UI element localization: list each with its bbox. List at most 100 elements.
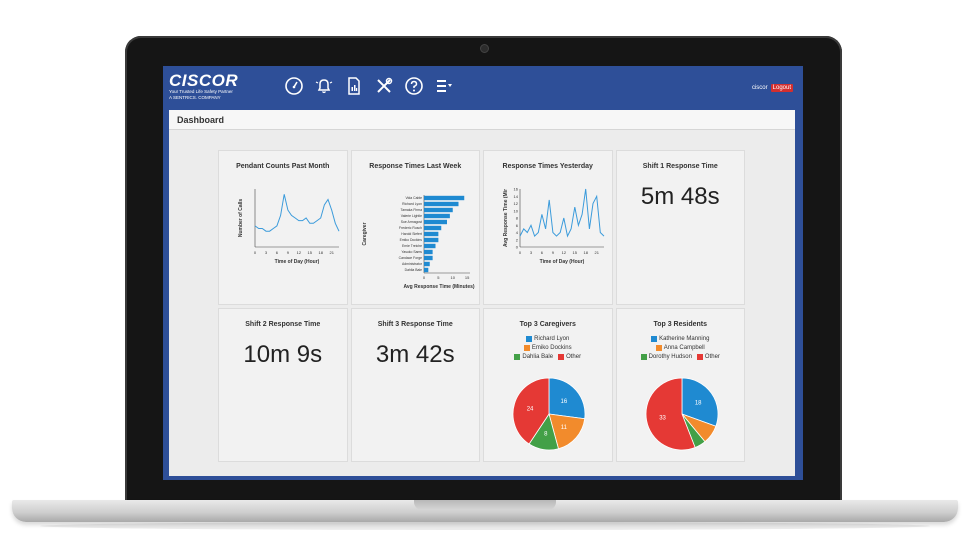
x-tick-label: 6 [276,250,279,255]
y-tick-label: 14 [514,194,519,199]
category-label: Sue Armagost [400,220,421,224]
user-area: ciscor Logout [752,84,793,92]
category-label: Harold Siefert [401,232,422,236]
series-line [254,194,340,232]
top-navigation-bar: CISCOR Your Trusted Life Safety Partner … [163,66,803,108]
bar [423,219,447,225]
shift3-value: 3m 42s [375,340,455,368]
y-tick-label: 16 [514,187,519,192]
camera-icon [480,44,489,53]
main-content: Dashboard Pendant Counts Past Month 0369… [169,110,795,476]
bar [423,249,433,255]
y-axis-label: Caregiver [362,222,368,245]
x-axis-label: Avg Response Time (Minutes) [403,284,474,290]
pendant-line-chart: 0 3 6 9 12 15 18 21 Time of Day (Hour) Number of … [238,189,340,265]
bar [423,207,453,213]
caregivers-pie-chart: 1611824 [512,377,586,450]
slice-label: 16 [561,398,568,404]
x-tick-label: 21 [329,250,334,255]
x-tick-label: 12 [562,250,567,255]
y-tick-label: 8 [516,216,519,221]
x-tick-label: 3 [530,250,533,255]
slice-label: 18 [694,400,701,406]
report-icon[interactable] [343,75,365,97]
y-tick-label: 10 [514,208,519,213]
laptop-notch [414,500,556,510]
response-yesterday-line-chart: 0 3 6 9 12 15 18 21 0 2 4 6 8 10 12 14 16 Time of Day (Ho… [503,187,605,265]
x-tick-label: 15 [464,275,469,280]
x-tick-label: 0 [519,250,522,255]
x-tick-label: 15 [308,250,313,255]
category-label: Ernie Treiche [402,244,422,248]
card-title: Shift 3 Response Time [377,320,453,328]
bar [423,213,450,219]
x-tick-label: 5 [437,275,440,280]
category-label: Emiko Dockins [399,238,422,242]
x-tick-label: 18 [319,250,324,255]
bar [423,231,438,237]
y-tick-label: 0 [516,245,519,250]
bar [423,237,438,243]
x-tick-label: 9 [552,250,555,255]
bar [423,195,464,201]
shift1-value: 5m 48s [640,183,720,210]
category-label: Valerie Lightle [400,214,421,218]
card-pendant-counts[interactable]: Pendant Counts Past Month 0 3 6 9 12 15 18 21 Ti… [218,150,348,305]
x-tick-label: 0 [254,250,257,255]
shift2-value: 10m 9s [243,340,323,368]
slice-label: 33 [659,415,666,421]
x-axis-label: Time of Day (Hour) [540,259,585,265]
card-shift1[interactable]: Shift 1 Response Time 5m 48s [615,150,745,305]
y-axis-label: Number of Calls [238,199,244,238]
category-label: Frederic Rusch [399,226,422,230]
x-tick-label: 18 [584,250,589,255]
category-label: Administrator [402,262,423,266]
slice-label: 11 [561,425,568,431]
menu-icon[interactable] [433,75,455,97]
category-label: Candace Forge [398,256,421,260]
help-icon[interactable] [403,75,425,97]
bar [423,243,435,249]
category-label: Vida Cable [405,196,422,200]
x-tick-label: 10 [450,275,455,280]
x-tick-label: 6 [541,250,544,255]
y-tick-label: 4 [516,230,519,235]
card-shift3[interactable]: Shift 3 Response Time 3m 42s [350,307,480,462]
x-tick-label: 21 [594,250,599,255]
page-title: Dashboard [169,110,795,130]
laptop-base [12,500,958,522]
category-label: Yasuko Sams [401,250,422,254]
y-tick-label: 6 [516,223,519,228]
gauge-icon[interactable] [283,75,305,97]
series-line [519,188,605,238]
laptop-shadow [40,522,930,530]
card-response-last-week[interactable]: Response Times Last Week Vida Cable Richa… [350,150,480,305]
x-tick-label: 12 [297,250,302,255]
username: ciscor [751,85,768,91]
logo-text: CISCOR [169,71,239,90]
logout-button[interactable]: Logout [770,84,793,92]
tools-icon[interactable] [373,75,395,97]
card-title: Shift 2 Response Time [245,320,321,328]
bar [423,225,441,231]
x-axis-label: Time of Day (Hour) [275,259,320,265]
ciscor-logo[interactable]: CISCOR Your Trusted Life Safety Partner … [169,72,238,101]
card-top-caregivers[interactable]: Top 3 Caregivers Richard Lyon Emiko Docki… [483,307,613,462]
y-tick-label: 12 [514,201,519,206]
x-tick-label: 3 [265,250,268,255]
dashboard-grid: Pendant Counts Past Month 0 3 6 9 12 15 18 21 Ti… [218,150,745,462]
card-shift2[interactable]: Shift 2 Response Time 10m 9s [218,307,348,462]
logo-subline: A SENTRICS. COMPANY [169,95,221,100]
screen: CISCOR Your Trusted Life Safety Partner … [163,66,803,480]
response-week-bar-chart: Vida Cable Richard Lyon Tamaka Firma Valeri… [362,195,474,290]
card-title: Shift 1 Response Time [642,163,718,170]
card-top-residents[interactable]: Top 3 Residents Katherine Manning Anna Ca… [615,307,745,462]
card-response-yesterday[interactable]: Response Times Yesterday 0 3 6 9 12 15 18 21 0 2 4… [483,150,613,305]
bar [423,261,430,267]
x-tick-label: 15 [573,250,578,255]
bar [423,201,458,207]
y-axis-label: Avg Response Time (Mir [503,189,509,247]
category-label: Richard Lyon [402,202,422,206]
bell-icon[interactable] [313,75,335,97]
slice-label: 24 [527,406,534,412]
